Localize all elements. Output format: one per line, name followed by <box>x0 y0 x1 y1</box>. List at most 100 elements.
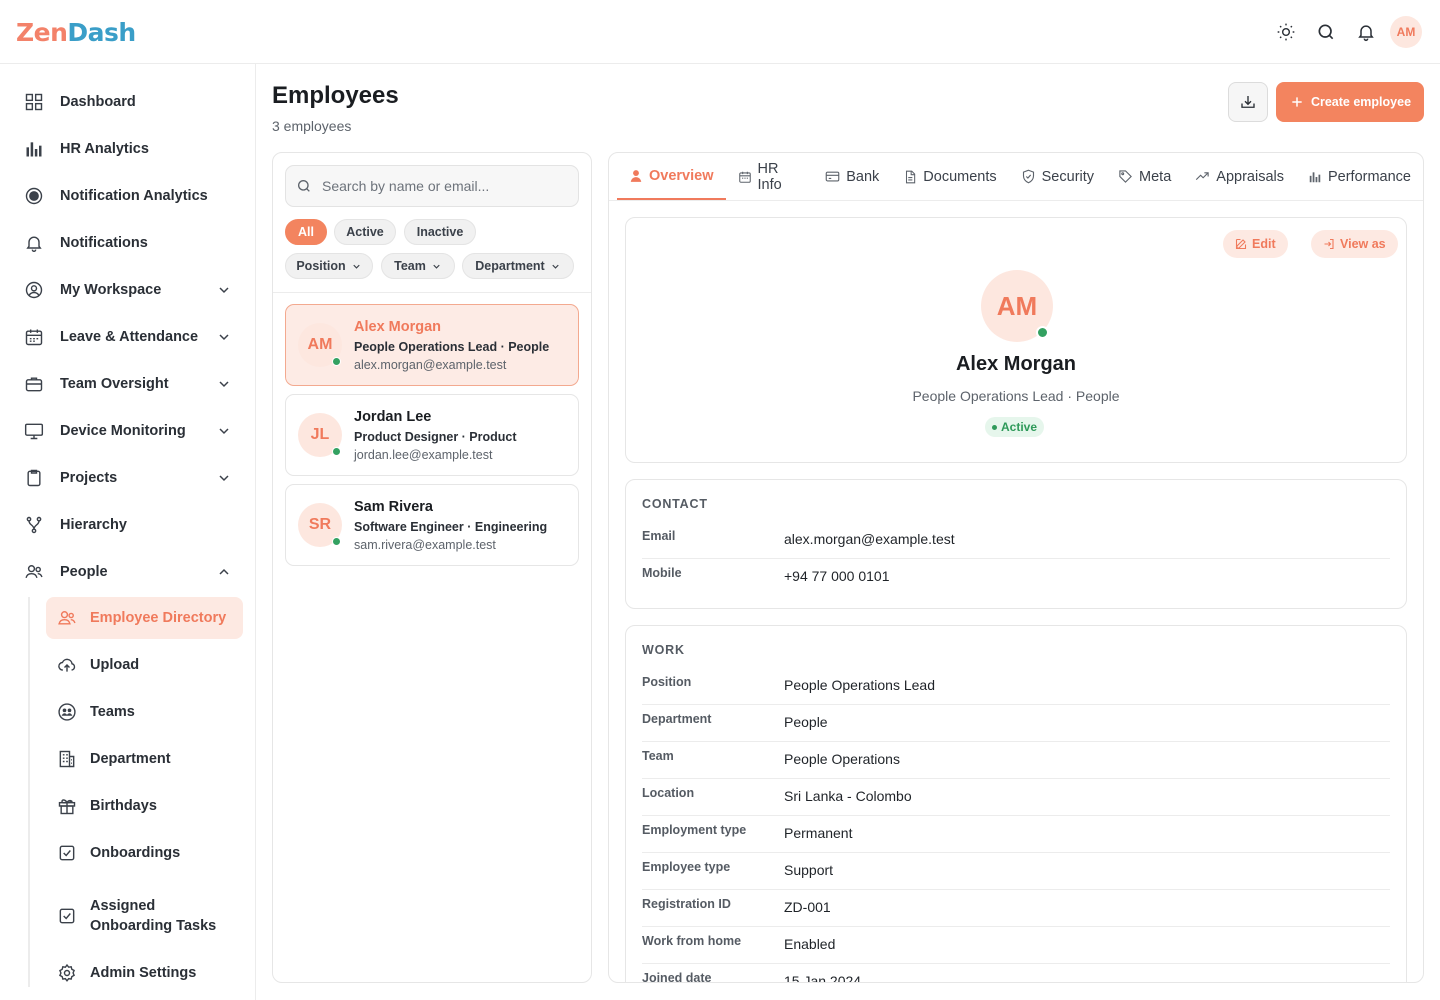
chevron-down-icon[interactable] <box>216 329 232 345</box>
checkbox-icon <box>56 905 78 927</box>
monitor-icon <box>22 419 46 443</box>
field-value: ZD-001 <box>784 899 831 915</box>
grid-icon <box>22 90 46 114</box>
edit-icon <box>1235 238 1247 250</box>
search-input[interactable] <box>322 178 552 194</box>
filter-active[interactable]: Active <box>334 219 396 245</box>
sidebar-item-team-oversight[interactable]: Team Oversight <box>16 364 242 404</box>
status-dot <box>992 424 997 430</box>
zendash-logo[interactable]: ZenDash <box>16 16 136 50</box>
sidebar-item-projects[interactable]: Projects <box>16 458 242 498</box>
filter-inactive[interactable]: Inactive <box>404 219 476 245</box>
position-filter[interactable]: Position <box>285 253 373 279</box>
sidebar-item-notifications[interactable]: Notifications <box>16 223 242 263</box>
clipboard-icon <box>22 466 46 490</box>
sidebar-item-people[interactable]: People <box>16 552 242 592</box>
sidebar-item-notification-analytics[interactable]: Notification Analytics <box>16 176 242 216</box>
employee-name: Sam Rivera <box>354 499 433 515</box>
user-icon <box>629 169 643 183</box>
employee-list-panel: All Active Inactive Position Team Depart… <box>272 152 592 983</box>
field-label: Position <box>642 675 692 689</box>
sidebar-item-hierarchy[interactable]: Hierarchy <box>16 505 242 545</box>
chevron-down-icon[interactable] <box>216 423 232 439</box>
tab-documents[interactable]: Documents <box>891 153 1008 200</box>
sidebar-item-department[interactable]: Department <box>46 738 243 780</box>
sidebar-item-assigned-onboarding-tasks[interactable]: Assigned Onboarding Tasks <box>46 886 243 946</box>
field-value: alex.morgan@example.test <box>784 531 955 547</box>
tab-appraisals[interactable]: Appraisals <box>1183 153 1296 200</box>
bell-icon[interactable] <box>1346 16 1386 48</box>
section-heading: WORK <box>642 643 685 657</box>
employee-card[interactable]: JL Jordan Lee Product Designer · Product… <box>285 394 579 476</box>
sidebar-item-birthdays[interactable]: Birthdays <box>46 785 243 827</box>
submenu-guide-line <box>28 597 30 987</box>
filter-label: Department <box>475 259 545 273</box>
sidebar-item-onboardings[interactable]: Onboardings <box>46 832 243 874</box>
sidebar-item-hr-analytics[interactable]: HR Analytics <box>16 129 242 169</box>
sidebar-item-label: Projects <box>60 470 118 486</box>
field-label: Employee type <box>642 860 731 874</box>
create-employee-button[interactable]: Create employee <box>1276 82 1424 122</box>
field-row: Registration ID ZD-001 <box>642 890 1390 927</box>
theme-toggle-icon[interactable] <box>1266 16 1306 48</box>
tab-hr-info[interactable]: HR Info <box>726 153 814 200</box>
employee-role: Software Engineer · Engineering <box>354 520 548 534</box>
calendar-icon <box>22 325 46 349</box>
chevron-down-icon[interactable] <box>216 470 232 486</box>
field-row: Department People <box>642 705 1390 742</box>
sidebar-item-dashboard[interactable]: Dashboard <box>16 82 242 122</box>
sidebar-item-label: Leave & Attendance <box>60 329 199 345</box>
sidebar-item-device-monitoring[interactable]: Device Monitoring <box>16 411 242 451</box>
chevron-down-icon <box>550 261 561 272</box>
tab-meta[interactable]: Meta <box>1106 153 1183 200</box>
sidebar-item-admin-settings[interactable]: Admin Settings <box>46 953 243 993</box>
field-value: People <box>784 714 828 730</box>
download-button[interactable] <box>1228 82 1268 122</box>
sidebar-item-teams[interactable]: Teams <box>46 691 243 733</box>
sidebar-item-label: Device Monitoring <box>60 423 186 439</box>
employee-card[interactable]: SR Sam Rivera Software Engineer · Engine… <box>285 484 579 566</box>
online-indicator <box>1036 326 1049 339</box>
search-icon <box>296 178 312 194</box>
filter-all[interactable]: All <box>285 219 327 245</box>
field-value: Sri Lanka - Colombo <box>784 788 912 804</box>
employee-email: sam.rivera@example.test <box>354 538 496 552</box>
search-box[interactable] <box>285 165 579 207</box>
bar-chart-icon <box>22 137 46 161</box>
chevron-down-icon[interactable] <box>216 282 232 298</box>
filter-label: Position <box>296 259 346 273</box>
users-icon <box>56 607 78 629</box>
sidebar-item-leave-attendance[interactable]: Leave & Attendance <box>16 317 242 357</box>
field-row: Email alex.morgan@example.test <box>642 522 1390 559</box>
chevron-down-icon[interactable] <box>216 376 232 392</box>
field-value: Enabled <box>784 936 836 952</box>
tabs-divider <box>609 200 1423 201</box>
edit-button[interactable]: Edit <box>1223 230 1288 258</box>
sidebar-item-label: Dashboard <box>60 94 136 110</box>
field-row: Employment type Permanent <box>642 816 1390 853</box>
field-label: Joined date <box>642 971 712 983</box>
team-filter[interactable]: Team <box>381 253 455 279</box>
user-avatar[interactable]: AM <box>1390 16 1422 48</box>
view-as-button[interactable]: View as <box>1311 230 1398 258</box>
department-filter[interactable]: Department <box>462 253 574 279</box>
tab-security[interactable]: Security <box>1009 153 1106 200</box>
filter-label: Active <box>346 225 384 239</box>
tab-performance[interactable]: Performance <box>1296 153 1423 200</box>
sidebar-item-upload[interactable]: Upload <box>46 644 243 686</box>
field-label: Location <box>642 786 695 800</box>
top-bar: ZenDash AM <box>0 0 1440 64</box>
shield-icon <box>1021 169 1036 184</box>
chevron-up-icon[interactable] <box>216 564 232 580</box>
sidebar-item-label: Admin Settings <box>90 965 197 981</box>
tab-overview[interactable]: Overview <box>617 153 726 200</box>
tab-bank[interactable]: Bank <box>813 153 891 200</box>
sidebar-item-employee-directory[interactable]: Employee Directory <box>46 597 243 639</box>
employee-card[interactable]: AM Alex Morgan People Operations Lead · … <box>285 304 579 386</box>
field-label: Employment type <box>642 823 747 837</box>
sidebar-item-label: Onboardings <box>90 845 181 861</box>
online-indicator <box>332 447 341 456</box>
work-section: WORK Position People Operations Lead Depa… <box>625 625 1407 983</box>
search-icon[interactable] <box>1306 16 1346 48</box>
sidebar-item-my-workspace[interactable]: My Workspace <box>16 270 242 310</box>
